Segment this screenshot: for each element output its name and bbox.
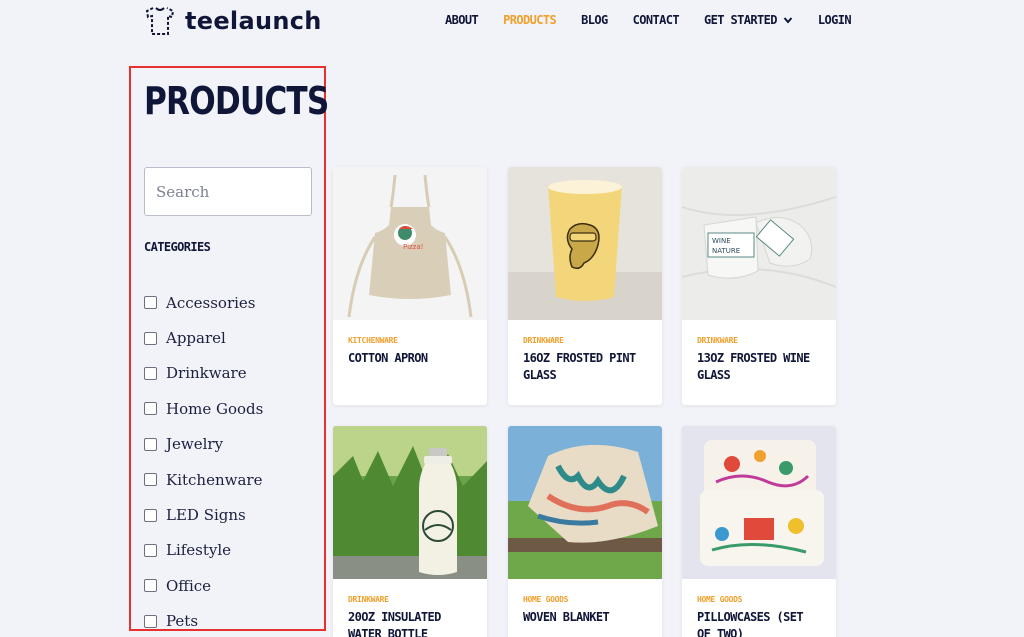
category-checkbox[interactable] bbox=[144, 473, 157, 487]
category-label: Lifestyle bbox=[166, 541, 232, 560]
chevron-down-icon bbox=[783, 17, 793, 24]
svg-text:Pizza!: Pizza! bbox=[403, 243, 423, 251]
category-item[interactable]: Office bbox=[144, 568, 263, 603]
nav-blog[interactable]: BLOG bbox=[581, 13, 608, 27]
pint-glass-image[interactable] bbox=[508, 167, 662, 320]
svg-text:WINE: WINE bbox=[712, 237, 731, 245]
product-category: DRINKWARE bbox=[348, 595, 389, 604]
svg-text:NATURE: NATURE bbox=[712, 247, 740, 255]
product-name[interactable]: COTTON APRON bbox=[348, 350, 472, 367]
product-category: HOME GOODS bbox=[523, 595, 569, 604]
main-nav: ABOUT PRODUCTS BLOG CONTACT GET STARTED … bbox=[445, 11, 852, 29]
product-card[interactable]: HOME GOODS PILLOWCASES (SET OF TWO) bbox=[682, 426, 836, 637]
category-checkbox[interactable] bbox=[144, 437, 157, 451]
blanket-image[interactable] bbox=[508, 426, 662, 579]
product-card[interactable]: HOME GOODS WOVEN BLANKET bbox=[508, 426, 662, 637]
nav-get-started[interactable]: GET STARTED bbox=[704, 13, 793, 27]
category-item[interactable]: Drinkware bbox=[144, 356, 263, 391]
product-card[interactable]: WINE NATURE DRINKWARE 13OZ FROSTED WINE … bbox=[682, 167, 836, 405]
category-item[interactable]: Lifestyle bbox=[144, 533, 263, 568]
category-checkbox[interactable] bbox=[144, 543, 157, 557]
category-label: Accessories bbox=[166, 293, 256, 312]
category-checkbox[interactable] bbox=[144, 296, 157, 310]
product-card[interactable]: DRINKWARE 16OZ FROSTED PINT GLASS bbox=[508, 167, 662, 405]
category-checkbox[interactable] bbox=[144, 331, 157, 345]
category-label: LED Signs bbox=[166, 506, 246, 525]
product-name[interactable]: 20OZ INSULATED WATER BOTTLE bbox=[348, 609, 472, 637]
water-bottle-image[interactable] bbox=[333, 426, 487, 579]
tshirt-logo-icon bbox=[145, 7, 175, 35]
nav-get-started-label: GET STARTED bbox=[704, 13, 777, 27]
product-category: DRINKWARE bbox=[523, 336, 564, 345]
category-list: Accessories Apparel Drinkware Home Goods… bbox=[144, 285, 263, 637]
apron-image[interactable]: Pizza! bbox=[333, 167, 487, 320]
category-item[interactable]: Home Goods bbox=[144, 391, 263, 426]
category-checkbox[interactable] bbox=[144, 402, 157, 416]
category-label: Drinkware bbox=[166, 364, 247, 383]
product-category: HOME GOODS bbox=[697, 595, 743, 604]
search-input[interactable] bbox=[144, 167, 312, 216]
product-card[interactable]: Pizza! KITCHENWARE COTTON APRON bbox=[333, 167, 487, 405]
category-item[interactable]: LED Signs bbox=[144, 497, 263, 532]
category-label: Jewelry bbox=[166, 435, 224, 454]
product-category: KITCHENWARE bbox=[348, 336, 398, 345]
product-name[interactable]: 16OZ FROSTED PINT GLASS bbox=[523, 350, 647, 384]
nav-about[interactable]: ABOUT bbox=[445, 13, 479, 27]
category-label: Pets bbox=[166, 612, 199, 631]
product-name[interactable]: WOVEN BLANKET bbox=[523, 609, 647, 626]
categories-heading: CATEGORIES bbox=[144, 240, 211, 254]
nav-contact[interactable]: CONTACT bbox=[633, 13, 680, 27]
category-item[interactable]: Jewelry bbox=[144, 427, 263, 462]
category-checkbox[interactable] bbox=[144, 579, 157, 593]
category-checkbox[interactable] bbox=[144, 366, 157, 380]
category-item[interactable]: Accessories bbox=[144, 285, 263, 320]
category-item[interactable]: Apparel bbox=[144, 320, 263, 355]
nav-products[interactable]: PRODUCTS bbox=[503, 13, 557, 27]
brand-name: teelaunch bbox=[185, 7, 322, 35]
category-checkbox[interactable] bbox=[144, 508, 157, 522]
category-label: Office bbox=[166, 576, 212, 595]
category-label: Apparel bbox=[166, 329, 226, 348]
category-item[interactable]: Kitchenware bbox=[144, 462, 263, 497]
category-label: Home Goods bbox=[166, 399, 264, 418]
product-name[interactable]: PILLOWCASES (SET OF TWO) bbox=[697, 609, 821, 637]
product-card[interactable]: DRINKWARE 20OZ INSULATED WATER BOTTLE bbox=[333, 426, 487, 637]
wine-glass-image[interactable]: WINE NATURE bbox=[682, 167, 836, 320]
product-name[interactable]: 13OZ FROSTED WINE GLASS bbox=[697, 350, 821, 384]
product-category: DRINKWARE bbox=[697, 336, 738, 345]
nav-login[interactable]: LOGIN bbox=[818, 13, 852, 27]
category-item[interactable]: Pets bbox=[144, 604, 263, 637]
category-checkbox[interactable] bbox=[144, 614, 157, 628]
brand-logo[interactable]: teelaunch bbox=[145, 5, 322, 37]
category-label: Kitchenware bbox=[166, 470, 263, 489]
page-title: PRODUCTS bbox=[144, 79, 329, 123]
pillowcases-image[interactable] bbox=[682, 426, 836, 579]
